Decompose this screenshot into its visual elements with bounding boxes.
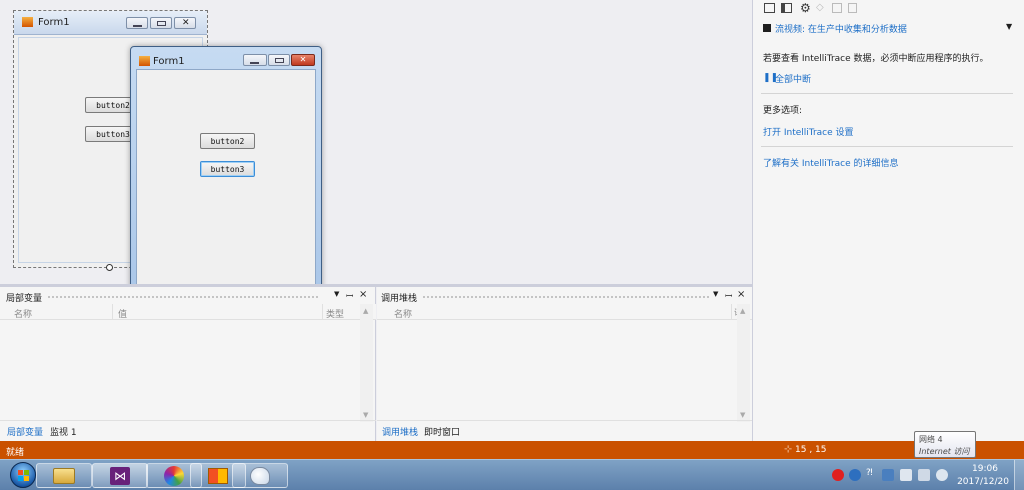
show-desktop-button[interactable] — [1014, 460, 1024, 490]
vertical-scrollbar[interactable]: ▲ ▼ — [360, 304, 373, 422]
column-type[interactable]: 类型 — [326, 307, 344, 320]
settings-gear-icon[interactable]: ⚙ — [800, 1, 811, 15]
close-icon[interactable]: ✕ — [174, 17, 196, 29]
chevron-down-icon[interactable]: ▼ — [334, 290, 339, 298]
form-back-title: Form1 — [38, 17, 70, 28]
cursor-position-icon: ⊹ — [784, 444, 793, 455]
form-front-button2[interactable]: button2 — [200, 133, 255, 149]
form-front-button3[interactable]: button3 — [200, 161, 255, 177]
volume-muted-tray-icon[interactable] — [936, 469, 948, 481]
divider — [761, 146, 1013, 147]
callstack-column-header: 名称 语言 — [377, 304, 752, 320]
column-value[interactable]: 值 — [118, 307, 127, 320]
maximize-icon[interactable] — [150, 17, 172, 29]
callstack-panel-title: 调用堆栈 — [381, 294, 418, 304]
more-options-label: 更多选项: — [763, 106, 803, 116]
chevron-down-icon[interactable]: ▼ — [713, 290, 718, 298]
scroll-down-icon[interactable]: ▼ — [363, 411, 368, 419]
scroll-up-icon[interactable]: ▲ — [740, 307, 745, 315]
close-icon[interactable]: ✕ — [291, 54, 315, 66]
resize-handle[interactable] — [106, 264, 113, 271]
form-front-title: Form1 — [153, 56, 185, 67]
navigate-icon[interactable]: ◇ — [816, 2, 824, 13]
intellitrace-panel: ⚙ ◇ 流视频: 在生产中收集和分析数据 ▼ 若要查看 IntelliTrace… — [752, 0, 1024, 441]
tooltip-line2: Internet 访问 — [919, 447, 970, 456]
form-app-icon — [208, 467, 228, 484]
minimize-icon[interactable] — [126, 17, 148, 29]
tab-callstack[interactable]: 调用堆栈 — [382, 425, 418, 438]
maximize-icon[interactable] — [268, 54, 290, 66]
save-icon[interactable] — [848, 3, 857, 13]
close-icon[interactable]: × — [737, 289, 745, 300]
column-name[interactable]: 名称 — [14, 307, 32, 320]
device-tray-icon[interactable] — [900, 469, 912, 481]
minimize-icon[interactable] — [243, 54, 267, 66]
status-text: 就绪 — [6, 448, 25, 458]
panel-grip[interactable] — [48, 296, 318, 298]
callstack-panel: 调用堆栈 ▼ ꟷ × 名称 语言 ▲ ▼ 调用堆栈 即时窗口 — [377, 287, 752, 441]
designer-surface: Form1 ✕ button2 button3 Form1 ✕ button2 … — [0, 0, 752, 304]
palette-icon — [250, 466, 270, 485]
form-back-titlebar: Form1 ✕ — [14, 11, 207, 35]
visual-studio-icon: ⋈ — [110, 466, 130, 485]
folder-icon — [53, 467, 75, 484]
security-tray-icon[interactable] — [832, 469, 844, 481]
tab-locals[interactable]: 局部变量 — [7, 425, 43, 438]
close-icon[interactable]: × — [359, 289, 367, 300]
taskbar: ⋈ ⁈ 19:06 2017/12/20 — [0, 459, 1024, 490]
taskbar-explorer[interactable] — [36, 463, 92, 488]
clock-time[interactable]: 19:06 — [965, 464, 1005, 474]
chevron-down-icon[interactable]: ▼ — [1006, 22, 1012, 31]
vertical-scrollbar[interactable]: ▲ ▼ — [737, 304, 750, 422]
intellitrace-message: 若要查看 IntelliTrace 数据，必须中断应用程序的执行。 — [763, 54, 989, 64]
form-front-client — [136, 69, 316, 299]
scroll-down-icon[interactable]: ▼ — [740, 411, 745, 419]
locals-panel: 局部变量 ▼ ꟷ × 名称 值 类型 ▲ ▼ 局部变量 监视 1 — [0, 287, 376, 441]
cursor-position: 15 , 15 — [795, 445, 827, 455]
panel-grip[interactable] — [423, 296, 709, 298]
learn-more-link[interactable]: 了解有关 IntelliTrace 的详细信息 — [763, 156, 899, 169]
network-tray-icon[interactable]: ⁈ — [866, 468, 873, 478]
clock-date[interactable]: 2017/12/20 — [955, 477, 1011, 487]
pinwheel-icon — [164, 465, 184, 486]
network-error-tray-icon[interactable] — [882, 469, 894, 481]
pin-icon[interactable]: ꟷ — [725, 289, 732, 302]
help-tray-icon[interactable] — [849, 469, 861, 481]
scroll-up-icon[interactable]: ▲ — [363, 307, 368, 315]
break-all-link[interactable]: 全部中断 — [775, 72, 811, 85]
locals-column-header: 名称 值 类型 — [0, 304, 376, 320]
start-button[interactable] — [10, 462, 36, 488]
video-icon — [763, 24, 771, 32]
column-name[interactable]: 名称 — [394, 307, 412, 320]
tooltip-line1: 网络 4 — [919, 435, 943, 444]
running-form-window[interactable]: Form1 ✕ button2 button3 — [130, 46, 322, 304]
tab-immediate[interactable]: 即时窗口 — [424, 425, 460, 438]
divider — [761, 93, 1013, 94]
tab-watch1[interactable]: 监视 1 — [50, 425, 77, 438]
status-bar: 就绪 ⊹ 15 , 15 — [0, 441, 1024, 459]
open-settings-link[interactable]: 打开 IntelliTrace 设置 — [763, 125, 854, 138]
pin-icon[interactable]: ꟷ — [346, 289, 353, 302]
network-tooltip: 网络 4 Internet 访问 — [914, 431, 976, 458]
callstack-tabs: 调用堆栈 即时窗口 — [377, 420, 752, 441]
display-tray-icon[interactable] — [918, 469, 930, 481]
open-file-icon[interactable] — [832, 3, 842, 13]
locals-tabs: 局部变量 监视 1 — [0, 420, 376, 441]
list-view-icon[interactable] — [764, 3, 775, 13]
category-view-icon[interactable] — [781, 3, 792, 13]
taskbar-paint[interactable] — [232, 463, 288, 488]
stream-video-link[interactable]: 流视频: 在生产中收集和分析数据 — [775, 22, 907, 35]
form-icon — [139, 56, 150, 66]
form-icon — [22, 17, 33, 27]
taskbar-visual-studio[interactable]: ⋈ — [92, 463, 148, 488]
locals-panel-title: 局部变量 — [6, 294, 43, 304]
